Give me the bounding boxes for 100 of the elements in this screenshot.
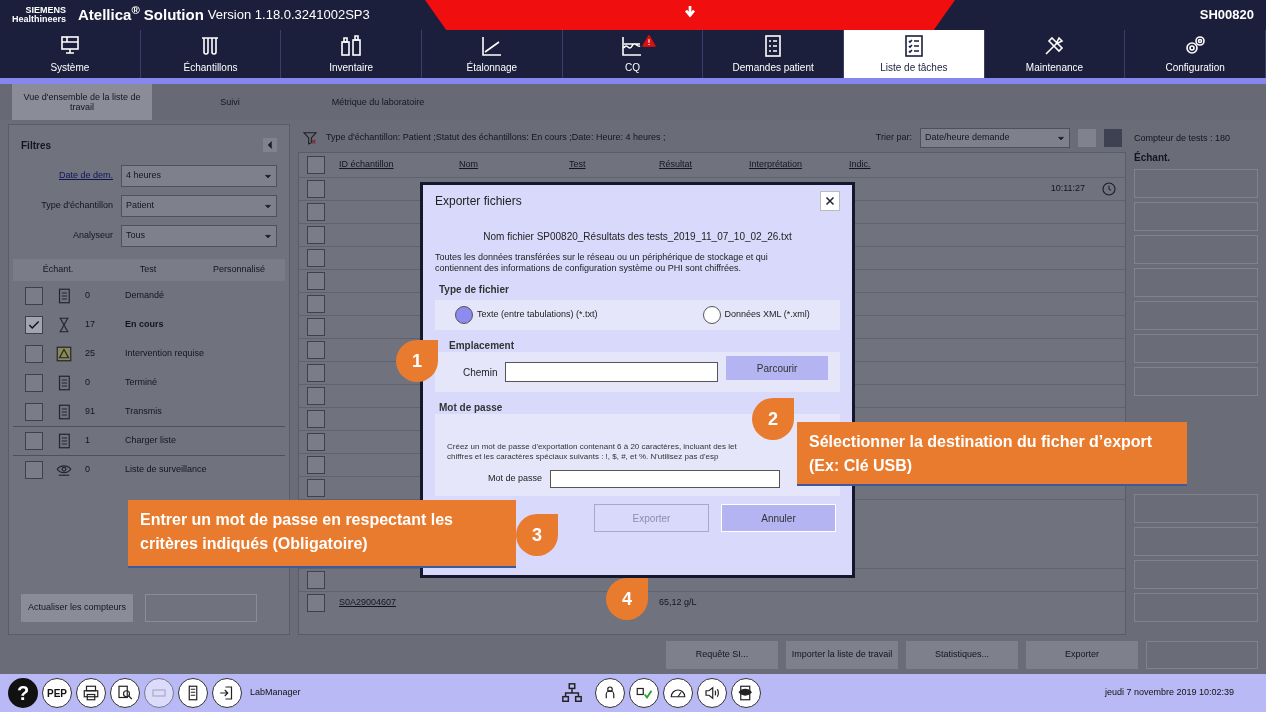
product-name: Atellica$^{®}$ Solution: [78, 3, 204, 25]
checkbox[interactable]: [307, 364, 325, 382]
action-button[interactable]: Importer la liste de travail: [786, 640, 898, 669]
subtab[interactable]: Métrique du laboratoire: [308, 84, 448, 120]
column-header[interactable]: Test: [569, 158, 659, 172]
column-header: Test: [138, 263, 158, 277]
column-header[interactable]: ID échantillon: [339, 158, 459, 172]
checkbox[interactable]: [307, 341, 325, 359]
checkbox[interactable]: [25, 402, 43, 421]
checkbox[interactable]: [307, 180, 325, 198]
checkbox[interactable]: [307, 318, 325, 336]
checkbox[interactable]: [307, 203, 325, 221]
checkbox[interactable]: [307, 156, 325, 174]
column-header: Échant.: [41, 263, 75, 277]
subtab[interactable]: Vue d'ensemble de la liste de travail: [12, 84, 152, 120]
subtab[interactable]: Suivi: [160, 84, 300, 120]
checkbox[interactable]: [307, 433, 325, 451]
status-label: Liste de surveillance: [125, 463, 207, 477]
checkbox[interactable]: [25, 373, 43, 392]
checkbox[interactable]: [307, 295, 325, 313]
checkbox[interactable]: [307, 387, 325, 405]
column-header[interactable]: Indic.: [849, 158, 1125, 172]
callout-text: Entrer un mot de passe en respectant les critères indiqués (Obligatoire): [128, 500, 516, 568]
dropdown[interactable]: Tous: [121, 225, 277, 247]
table-cell-text: 65,12 g/L: [659, 596, 698, 610]
table-cell[interactable]: S0A29004607: [339, 596, 459, 610]
toolbar-button[interactable]: [594, 678, 625, 708]
bottles-icon: [339, 33, 364, 58]
toolbar-button[interactable]: [178, 678, 208, 708]
checkbox[interactable]: [307, 226, 325, 244]
dropdown-value: Tous: [126, 229, 145, 243]
action-button[interactable]: Exporter: [1026, 640, 1138, 669]
count-label: 0: [85, 375, 91, 389]
pep-button[interactable]: PEP: [42, 678, 72, 708]
count-label: 0: [85, 288, 91, 302]
network-icon: [560, 682, 583, 704]
clock-icon: [1101, 181, 1117, 197]
filter-link[interactable]: Date de dem.: [13, 169, 113, 183]
column-header[interactable]: Résultat: [659, 158, 749, 172]
checkbox[interactable]: [307, 571, 325, 589]
checkbox[interactable]: [25, 286, 43, 305]
checkbox[interactable]: [25, 432, 43, 450]
section-heading: Mot de passe: [438, 401, 504, 414]
system-id: SH00820: [1199, 6, 1254, 25]
close-icon: [824, 195, 836, 207]
browse-button[interactable]: Parcourir: [726, 356, 828, 380]
warning-icon: [55, 344, 73, 363]
status-label: Terminé: [125, 375, 157, 389]
checkbox[interactable]: [307, 594, 325, 612]
checkbox[interactable]: [307, 456, 325, 474]
radio-button[interactable]: [702, 306, 721, 324]
toolbar-button[interactable]: [662, 678, 693, 708]
dropdown[interactable]: Date/heure demande: [920, 128, 1070, 148]
toolbar-button[interactable]: [76, 678, 106, 708]
callout-text: Sélectionner la destination du ficher d’export (Ex: Clé USB): [797, 422, 1187, 486]
checkbox[interactable]: [307, 479, 325, 497]
checkbox[interactable]: [307, 410, 325, 428]
column-header[interactable]: Interprétation: [749, 158, 849, 172]
toolbar-button[interactable]: [628, 678, 659, 708]
field-label: Trier par:: [875, 131, 912, 145]
section-title: Échant.: [1134, 150, 1172, 165]
checkbox[interactable]: [25, 315, 43, 334]
close-button[interactable]: [820, 191, 840, 211]
dialog-button[interactable]: Annuler: [721, 504, 836, 532]
column-header[interactable]: Nom: [459, 158, 569, 172]
path-field[interactable]: [505, 362, 719, 382]
radio-button[interactable]: [455, 306, 473, 324]
count-label: 0: [85, 463, 91, 477]
status-label: Transmis: [125, 404, 162, 418]
action-button[interactable]: Requête SI...: [666, 640, 778, 669]
toolbar-button[interactable]: [212, 678, 242, 708]
checkbox[interactable]: [307, 272, 325, 290]
count-label: 25: [85, 346, 96, 360]
eye-document-icon: [736, 684, 755, 702]
filter-summary: Type d'échantillon: Patient ;Statut des échantillons: En cours ;Date: Heure: 4 heures ;: [326, 131, 666, 145]
checkbox[interactable]: [307, 249, 325, 267]
filter-clear-icon: [302, 130, 318, 146]
toolbar-button[interactable]: [110, 678, 140, 708]
action-button[interactable]: Statistiques...: [906, 640, 1018, 669]
checkbox[interactable]: [25, 461, 43, 479]
toolbar-button[interactable]: [730, 678, 761, 708]
dropdown-value: Patient: [126, 199, 155, 213]
panel-button[interactable]: Actualiser les compteurs: [21, 594, 133, 622]
password-field[interactable]: [550, 470, 780, 488]
table-cell: 10:11:27: [1050, 182, 1085, 196]
help-button[interactable]: ?: [8, 678, 38, 708]
count-label: 17: [85, 317, 96, 331]
printer-icon: [82, 684, 100, 702]
counter-label: Compteur de tests : 180: [1134, 132, 1232, 145]
file-name: Nom fichier SP00820_Résultats des tests_2019_11_07_10_02_26.txt: [482, 230, 793, 244]
toolbar-button[interactable]: [696, 678, 727, 708]
checkbox[interactable]: [25, 344, 43, 363]
dialog-title: Exporter fichiers: [435, 193, 522, 210]
nav-tab[interactable]: Liste de tâches: [844, 30, 985, 78]
status-label: Charger liste: [125, 434, 177, 448]
field-label: Analyseur: [71, 229, 113, 243]
notice-text: Toutes les données transférées sur le réseau ou un périphérique de stockage et qui contiennent des informations de configuration système ou PHI sont chiffrées.: [435, 252, 769, 274]
dropdown[interactable]: Patient: [121, 195, 277, 217]
dropdown[interactable]: 4 heures: [121, 165, 277, 187]
collapse-icon: [263, 138, 277, 152]
